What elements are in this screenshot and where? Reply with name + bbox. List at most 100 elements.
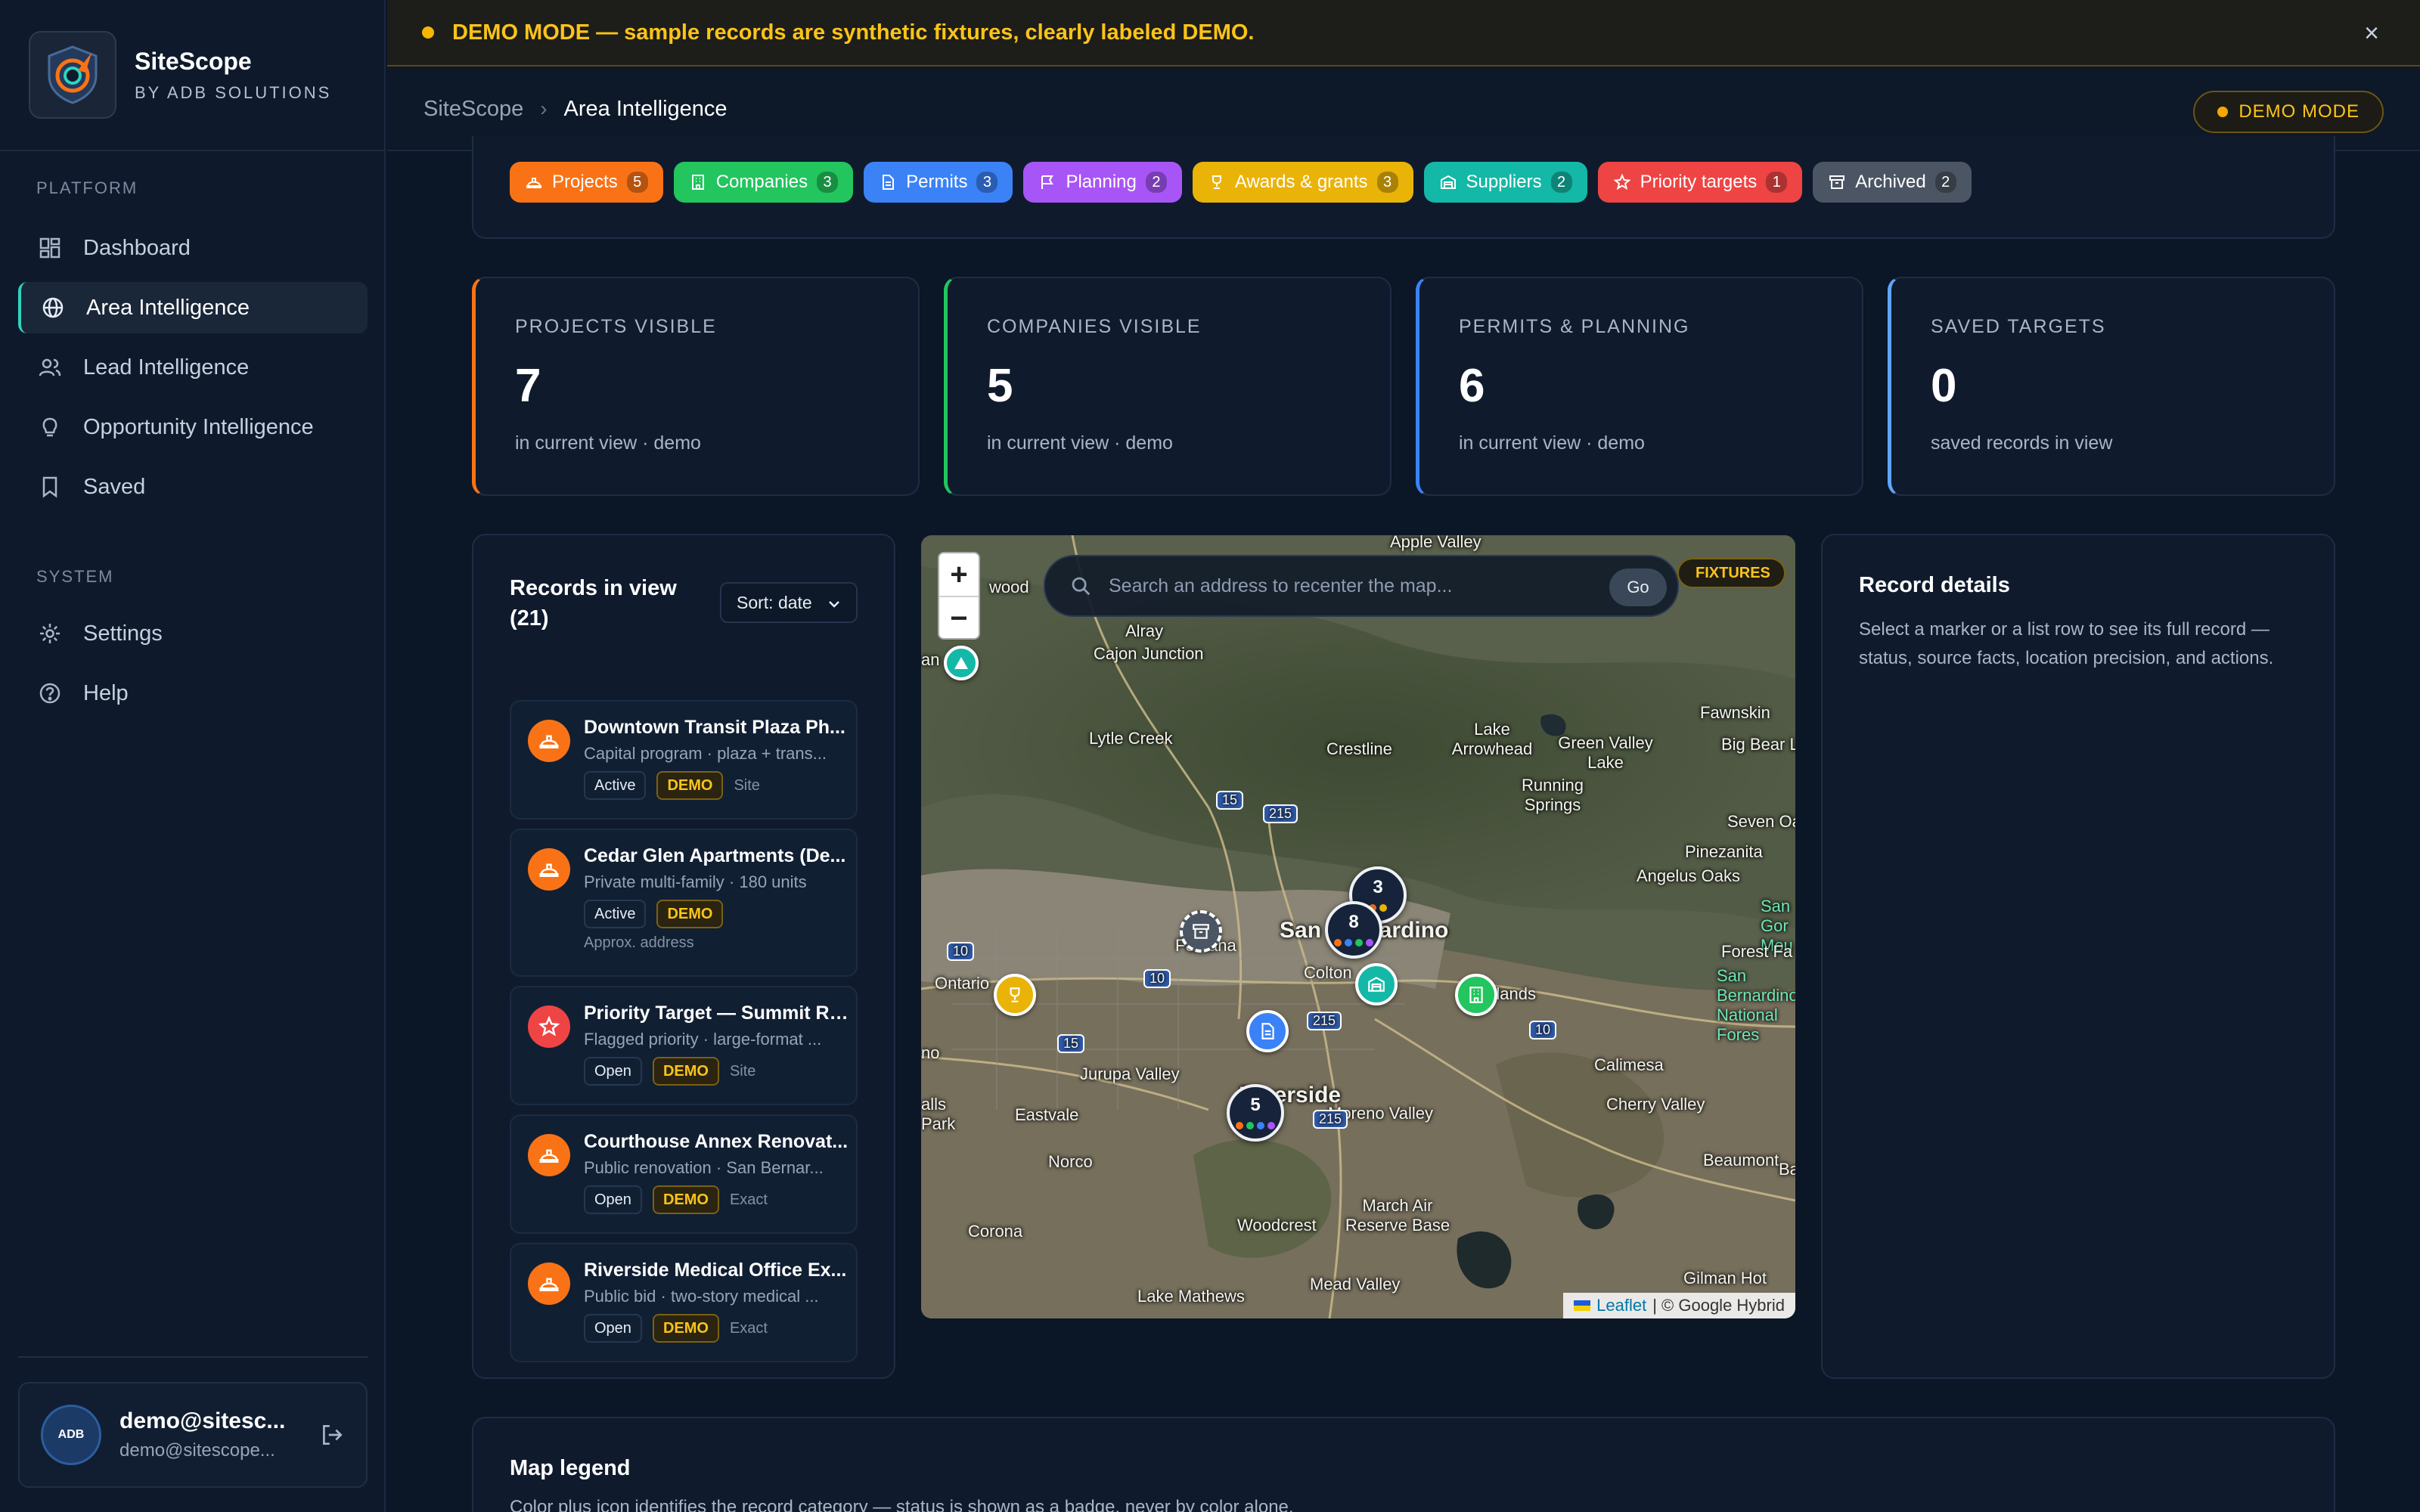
bookmark-icon <box>42 476 57 498</box>
filter-chip-permits[interactable]: Permits 3 <box>864 162 1013 203</box>
map-legend-text: Color plus icon identifies the record ca… <box>510 1497 1294 1512</box>
sidebar-item-settings[interactable]: Settings <box>18 608 368 659</box>
stat-label: COMPANIES VISIBLE <box>987 316 1202 337</box>
stat-label: PROJECTS VISIBLE <box>515 316 717 337</box>
filter-chip-companies[interactable]: Companies 3 <box>673 162 854 203</box>
status-badge: Active <box>584 771 647 800</box>
gear-icon <box>40 624 60 643</box>
filter-chip-awards-grants[interactable]: Awards & grants 3 <box>1192 162 1413 203</box>
sidebar-item-opportunity-intelligence[interactable]: Opportunity Intelligence <box>18 401 368 453</box>
demo-badge: DEMO <box>656 900 724 928</box>
record-row[interactable]: Downtown Transit Plaza Ph... Capital pro… <box>510 700 858 820</box>
dashboard-icon <box>39 237 60 259</box>
map-label: Woodcrest <box>1237 1216 1317 1235</box>
map-marker-award[interactable] <box>994 974 1036 1016</box>
filter-chip-count: 3 <box>1376 172 1398 193</box>
record-row[interactable]: Priority Target — Summit Ri... Flagged p… <box>510 986 858 1105</box>
sidebar-item-help[interactable]: Help <box>18 668 368 719</box>
filter-chip-count: 3 <box>976 172 998 193</box>
stat-value: 0 <box>1931 360 1957 412</box>
map-marker-supplier[interactable] <box>1355 963 1398 1005</box>
warehouse-icon <box>1368 977 1385 992</box>
stat-value: 5 <box>987 360 1013 412</box>
category-filters: Projects 5 Companies 3 Permits 3 Plannin… <box>510 162 1972 203</box>
map-marker-company[interactable] <box>1455 974 1497 1016</box>
record-category-icon <box>528 1134 570 1176</box>
location-precision: Exact <box>729 1319 768 1337</box>
record-category-icon <box>528 720 570 762</box>
map-cluster[interactable]: 8 <box>1325 901 1382 959</box>
filter-chip-suppliers[interactable]: Suppliers 2 <box>1423 162 1587 203</box>
map-label: Apple Valley <box>1390 535 1481 551</box>
user-card[interactable]: ADB demo@sitesc... demo@sitescope... <box>18 1382 368 1488</box>
filter-chip-count: 5 <box>626 172 648 193</box>
building-icon <box>691 175 704 190</box>
status-badge: Open <box>584 1057 642 1086</box>
cluster-count: 8 <box>1348 912 1359 932</box>
map-marker-supplier[interactable] <box>944 646 979 680</box>
records-title: Records in view (21) <box>510 576 677 631</box>
map-cluster[interactable]: 5 <box>1227 1084 1284 1142</box>
brand-name: SiteScope <box>135 47 252 75</box>
ukraine-flag-icon <box>1574 1300 1591 1311</box>
attribution-text: | © Google Hybrid <box>1652 1296 1785 1315</box>
breadcrumb-root[interactable]: SiteScope <box>424 97 523 122</box>
sitescope-logo-icon <box>48 45 98 104</box>
map-label: Cherry Valley <box>1606 1095 1705 1114</box>
fixtures-label: FIXTURES <box>1696 564 1770 581</box>
map-view[interactable]: Apple Valley wood Alray Cajon Junction L… <box>921 535 1795 1318</box>
demo-badge: DEMO <box>652 1185 719 1214</box>
map-search-input[interactable]: Search an address to recenter the map... <box>1109 575 1452 597</box>
trophy-icon <box>1212 175 1221 189</box>
record-subtitle: Flagged priority · large-format ... <box>584 1030 822 1049</box>
filter-chip-archived[interactable]: Archived 2 <box>1813 162 1972 203</box>
status-badge: Active <box>584 900 647 928</box>
highway-shield: 215 <box>1313 1110 1348 1129</box>
zoom-in-button[interactable]: + <box>939 553 979 596</box>
map-label: March Air Reserve Base <box>1345 1196 1450 1235</box>
highway-shield: 215 <box>1307 1012 1342 1030</box>
go-button[interactable]: Go <box>1609 569 1667 606</box>
brand-logo[interactable] <box>29 31 116 119</box>
filter-chip-planning[interactable]: Planning 2 <box>1023 162 1182 203</box>
demo-badge: DEMO <box>652 1057 719 1086</box>
highway-shield: 10 <box>947 942 975 961</box>
zoom-out-button[interactable]: − <box>939 597 979 640</box>
map-label: Jurupa Valley <box>1080 1064 1180 1083</box>
sort-select[interactable]: Sort: date <box>720 582 858 623</box>
sidebar-item-saved[interactable]: Saved <box>18 461 368 513</box>
leaflet-link[interactable]: Leaflet <box>1596 1296 1646 1315</box>
record-row[interactable]: Courthouse Annex Renovat... Public renov… <box>510 1114 858 1234</box>
sidebar-item-label: Opportunity Intelligence <box>83 414 314 439</box>
demo-mode-badge: DEMO MODE <box>2193 91 2384 133</box>
star-icon <box>538 1015 560 1036</box>
cluster-count: 3 <box>1373 877 1383 897</box>
filter-chip-count: 2 <box>1145 172 1167 193</box>
stat-value: 7 <box>515 360 541 412</box>
record-row[interactable]: Riverside Medical Office Ex... Public bi… <box>510 1243 858 1362</box>
map-label: Lake Mathews <box>1137 1287 1245 1306</box>
logout-icon[interactable] <box>319 1422 345 1448</box>
map-label: wood <box>989 578 1029 596</box>
help-icon <box>39 683 60 704</box>
filter-chip-priority-targets[interactable]: Priority targets 1 <box>1597 162 1803 203</box>
map-label: Ontario <box>935 974 990 993</box>
map-label: Seven Oa <box>1727 812 1795 831</box>
nav-section-system: SYSTEM <box>36 567 114 586</box>
map-marker-permit[interactable] <box>1246 1010 1289 1052</box>
filter-chip-projects[interactable]: Projects 5 <box>510 162 663 203</box>
sidebar-item-lead-intelligence[interactable]: Lead Intelligence <box>18 342 368 393</box>
sidebar-item-dashboard[interactable]: Dashboard <box>18 222 368 274</box>
sidebar-item-area-intelligence[interactable]: Area Intelligence <box>18 282 368 333</box>
map-label: Calimesa <box>1594 1055 1664 1074</box>
hardhat-icon <box>526 178 541 188</box>
cluster-count: 5 <box>1250 1095 1261 1115</box>
close-icon[interactable]: × <box>2358 20 2385 47</box>
warehouse-icon <box>1440 175 1456 189</box>
map-marker-archived[interactable] <box>1180 910 1222 953</box>
user-email: demo@sitescope... <box>119 1440 275 1461</box>
filter-chip-label: Priority targets <box>1640 172 1758 192</box>
filter-chip-count: 1 <box>1766 172 1788 193</box>
record-category-icon <box>528 1005 570 1048</box>
record-row[interactable]: Cedar Glen Apartments (De... Private mul… <box>510 829 858 977</box>
